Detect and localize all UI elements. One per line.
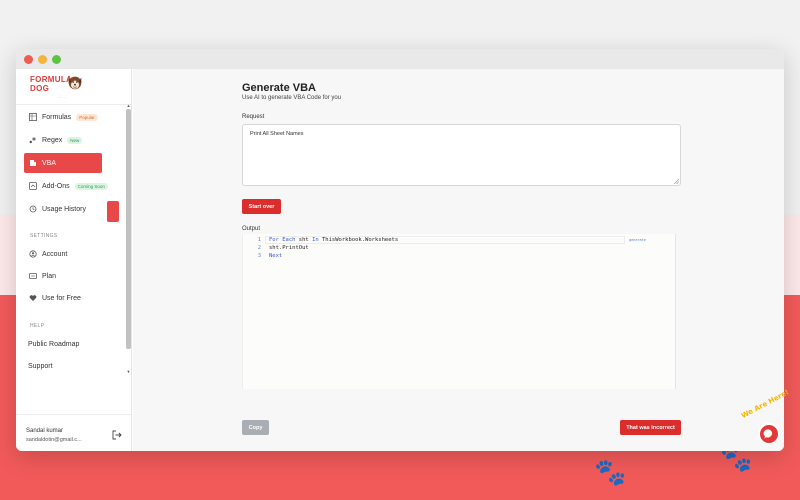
sidebar-item-formulas[interactable]: Formulas Popular [24,107,122,127]
scrollbar-thumb[interactable] [126,109,131,349]
resize-grip-icon[interactable] [674,179,679,184]
output-label: Output [242,226,261,232]
side-annotation: generate [629,238,646,242]
heart-icon [28,294,37,303]
request-value: Print All Sheet Names [250,131,304,137]
user-profile: Sandal kumar sandaldotin@gmail.c... [16,414,131,451]
start-over-button[interactable]: Start over [242,199,281,214]
regex-icon [28,136,37,145]
sidebar: FORMULA DOG ········· Formulas Popular R… [16,69,132,451]
formula-icon [28,113,37,122]
window-titlebar [16,49,784,69]
help-section-label: HELP [30,323,45,329]
close-window-button[interactable] [24,54,33,64]
sidebar-scrollbar[interactable]: ▲ ▼ [126,103,131,379]
logout-icon[interactable] [112,430,122,440]
chat-button[interactable] [758,423,780,445]
sidebar-item-vba[interactable]: VBA [24,153,102,173]
vba-icon [28,159,37,168]
settings-section-label: SETTINGS [30,233,58,239]
coming-soon-badge: Coming Soon [74,182,108,190]
user-email: sandaldotin@gmail.c... [26,437,82,443]
chat-bubble-icon [763,429,773,439]
code-output[interactable]: 1 For Each sht In ThisWorkbook.Worksheet… [242,234,676,389]
app-window: FORMULA DOG ········· Formulas Popular R… [16,49,784,451]
addons-icon [28,182,37,191]
logo-tagline: ········· [58,95,67,99]
sidebar-item-account[interactable]: Account [24,244,122,264]
copy-button[interactable]: Copy [242,420,269,435]
dog-logo-icon [68,76,82,90]
code-line: 1 For Each sht In ThisWorkbook.Worksheet… [257,236,646,244]
popular-badge: Popular [76,113,98,121]
sidebar-item-public-roadmap[interactable]: Public Roadmap [24,334,122,354]
code-line: 2 sht.PrintOut [257,245,309,251]
sidebar-item-support[interactable]: Support [24,356,122,376]
account-icon [28,250,37,259]
minimize-window-button[interactable] [38,54,47,64]
scroll-down-icon[interactable]: ▼ [126,369,131,374]
maximize-window-button[interactable] [52,54,61,64]
request-textarea[interactable]: Print All Sheet Names [242,124,681,186]
scroll-up-icon[interactable]: ▲ [126,103,131,108]
plan-icon [28,272,37,281]
sidebar-item-plan[interactable]: Plan [24,266,122,286]
page-title: Generate VBA [242,82,316,94]
request-label: Request [242,114,265,120]
paw-print-icon: 🐾 [594,458,627,488]
chat-widget[interactable]: We Are Here! [740,388,798,449]
page-subtitle: Use AI to generate VBA Code for you [242,95,342,101]
sidebar-item-add-ons[interactable]: Add-Ons Coming Soon [24,176,122,196]
new-badge: New [67,136,83,144]
code-line: 3 Next [257,253,283,259]
sidebar-item-regex[interactable]: Regex New [24,130,122,150]
sidebar-item-use-for-free[interactable]: Use for Free [24,288,122,308]
user-name: Sandal kumar [26,428,64,434]
main-content: Generate VBA Use AI to generate VBA Code… [133,69,784,451]
sidebar-item-usage-history[interactable]: Usage History [24,199,122,219]
that-was-incorrect-button[interactable]: That was incorrect [620,420,681,435]
logo[interactable]: FORMULA DOG ········· [16,69,131,105]
history-icon [28,205,37,214]
